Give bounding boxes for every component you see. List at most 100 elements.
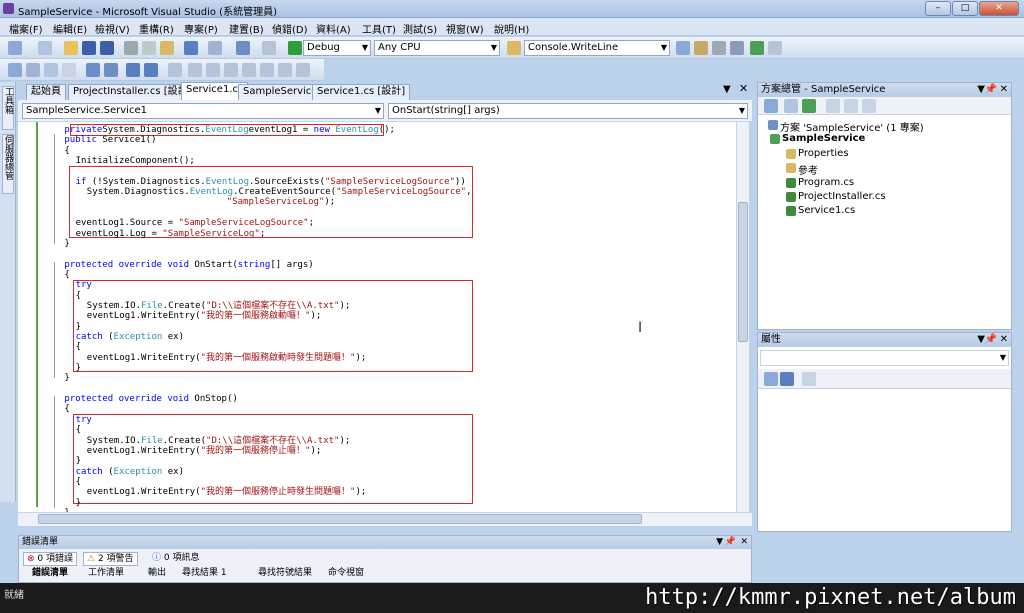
close-icon[interactable]: ✕ <box>1000 83 1008 96</box>
bottom-tab[interactable]: 錯誤清單 <box>32 565 68 578</box>
menu-item[interactable]: 編輯(E) <box>53 21 87 36</box>
redo-icon[interactable] <box>208 41 222 55</box>
tab-document[interactable]: SampleService <box>238 84 323 100</box>
bottom-tab[interactable]: 工作清單 <box>88 565 124 578</box>
find-in-files-icon[interactable] <box>507 41 521 55</box>
minimize-button[interactable]: – <box>925 1 951 16</box>
messages-filter-button[interactable]: ⓘ 0 項訊息 <box>149 552 202 566</box>
scroll-thumb[interactable] <box>738 202 748 342</box>
tree-item[interactable]: Properties <box>798 148 849 159</box>
chevron-down-icon[interactable]: ▼ <box>716 536 723 549</box>
close-icon[interactable]: ✕ <box>1000 333 1008 346</box>
menu-item[interactable]: 重構(R) <box>139 21 174 36</box>
save-icon[interactable] <box>82 41 96 55</box>
bottom-tab[interactable]: 尋找結果 1 <box>182 565 227 578</box>
bottom-tab[interactable]: 命令視窗 <box>328 565 364 578</box>
tab-document[interactable]: 起始頁 <box>26 84 66 100</box>
more-icon[interactable] <box>768 41 782 55</box>
scroll-thumb[interactable] <box>38 514 642 524</box>
tree-item[interactable]: Program.cs <box>798 177 854 188</box>
display-object-members-icon[interactable] <box>8 63 22 77</box>
class-diagram-icon[interactable] <box>862 99 876 113</box>
next-bookmark-folder-icon[interactable] <box>242 63 256 77</box>
close-tab-icon[interactable]: ✕ <box>739 82 748 95</box>
tab-document[interactable]: ProjectInstaller.cs [設計] <box>68 84 197 100</box>
properties-icon[interactable] <box>764 99 778 113</box>
maximize-button[interactable]: □ <box>952 1 978 16</box>
quick-info-icon[interactable] <box>44 63 58 77</box>
errors-filter-button[interactable]: ⊗ 0 項錯誤 <box>23 552 78 566</box>
menu-item[interactable]: 工具(T) <box>362 21 396 36</box>
menu-item[interactable]: 檔案(F) <box>9 21 43 36</box>
toolbox-icon[interactable] <box>730 41 744 55</box>
new-project-icon[interactable] <box>8 41 22 55</box>
server-explorer-tab[interactable]: 伺服器總管 <box>2 134 14 194</box>
comment-icon[interactable] <box>126 63 140 77</box>
tab-document[interactable]: Service1.cs [設計] <box>312 84 411 100</box>
member-combo[interactable]: OnStart(string[] args) ▼ <box>388 103 748 119</box>
toolbox-tab[interactable]: 工具箱 <box>2 86 14 130</box>
clear-bookmarks-icon[interactable] <box>296 63 310 77</box>
show-all-files-icon[interactable] <box>784 99 798 113</box>
navigate-forward-icon[interactable] <box>262 41 276 55</box>
properties-icon[interactable] <box>694 41 708 55</box>
categorized-icon[interactable] <box>764 372 778 386</box>
uncomment-icon[interactable] <box>144 63 158 77</box>
pin-icon[interactable]: 📌 <box>985 333 997 346</box>
menu-item[interactable]: 建置(B) <box>229 21 264 36</box>
refresh-icon[interactable] <box>802 99 816 113</box>
increase-indent-icon[interactable] <box>104 63 118 77</box>
cut-icon[interactable] <box>124 41 138 55</box>
find-combo[interactable]: Console.WriteLine ▼ <box>524 40 670 56</box>
start-debug-icon[interactable] <box>288 41 302 55</box>
menu-item[interactable]: 偵錯(D) <box>272 21 308 36</box>
tab-dropdown-icon[interactable]: ▼ <box>723 84 731 95</box>
save-all-icon[interactable] <box>100 41 114 55</box>
pin-icon[interactable]: 📌 <box>725 536 736 549</box>
menu-item[interactable]: 專案(P) <box>184 21 218 36</box>
navigate-backward-icon[interactable] <box>236 41 250 55</box>
tree-item[interactable]: Service1.cs <box>798 205 855 216</box>
menu-item[interactable]: 說明(H) <box>494 21 529 36</box>
tree-item[interactable]: 參考 <box>798 162 818 177</box>
solution-config-combo[interactable]: Debug ▼ <box>303 40 371 56</box>
open-file-icon[interactable] <box>64 41 78 55</box>
previous-bookmark-folder-icon[interactable] <box>224 63 238 77</box>
next-bookmark-doc-icon[interactable] <box>278 63 292 77</box>
start-page-icon[interactable] <box>750 41 764 55</box>
property-pages-icon[interactable] <box>802 372 816 386</box>
previous-bookmark-icon[interactable] <box>188 63 202 77</box>
code-editor[interactable]: privateSystem.Diagnostics.EventLogeventL… <box>18 122 736 512</box>
add-item-icon[interactable] <box>38 41 52 55</box>
solution-platform-combo[interactable]: Any CPU ▼ <box>374 40 500 56</box>
menu-item[interactable]: 測試(S) <box>403 21 437 36</box>
parameter-info-icon[interactable] <box>26 63 40 77</box>
decrease-indent-icon[interactable] <box>86 63 100 77</box>
pin-icon[interactable]: 📌 <box>985 83 997 96</box>
complete-word-icon[interactable] <box>62 63 76 77</box>
object-selector[interactable]: ▼ <box>760 350 1009 366</box>
paste-icon[interactable] <box>160 41 174 55</box>
close-button[interactable]: ✕ <box>979 1 1019 16</box>
solution-explorer-icon[interactable] <box>676 41 690 55</box>
menu-item[interactable]: 檢視(V) <box>95 21 130 36</box>
editor-vertical-scrollbar[interactable] <box>736 122 749 512</box>
view-code-icon[interactable] <box>826 99 840 113</box>
tree-item[interactable]: ProjectInstaller.cs <box>798 191 886 202</box>
tree-item[interactable]: 方案 'SampleService' (1 專案) <box>780 119 924 134</box>
menu-item[interactable]: 視窗(W) <box>446 21 484 36</box>
next-bookmark-icon[interactable] <box>206 63 220 77</box>
bottom-tab[interactable]: 輸出 <box>148 565 166 578</box>
editor-horizontal-scrollbar[interactable] <box>18 512 752 526</box>
alphabetical-icon[interactable] <box>780 372 794 386</box>
object-browser-icon[interactable] <box>712 41 726 55</box>
tree-item[interactable]: SampleService <box>782 133 865 144</box>
view-designer-icon[interactable] <box>844 99 858 113</box>
menu-item[interactable]: 資料(A) <box>316 21 351 36</box>
bottom-tab[interactable]: 尋找符號結果 <box>258 565 312 578</box>
bookmark-icon[interactable] <box>168 63 182 77</box>
close-icon[interactable]: ✕ <box>740 536 748 549</box>
copy-icon[interactable] <box>142 41 156 55</box>
class-combo[interactable]: SampleService.Service1 ▼ <box>22 103 384 119</box>
warnings-filter-button[interactable]: ⚠ 2 項警告 <box>83 552 138 566</box>
